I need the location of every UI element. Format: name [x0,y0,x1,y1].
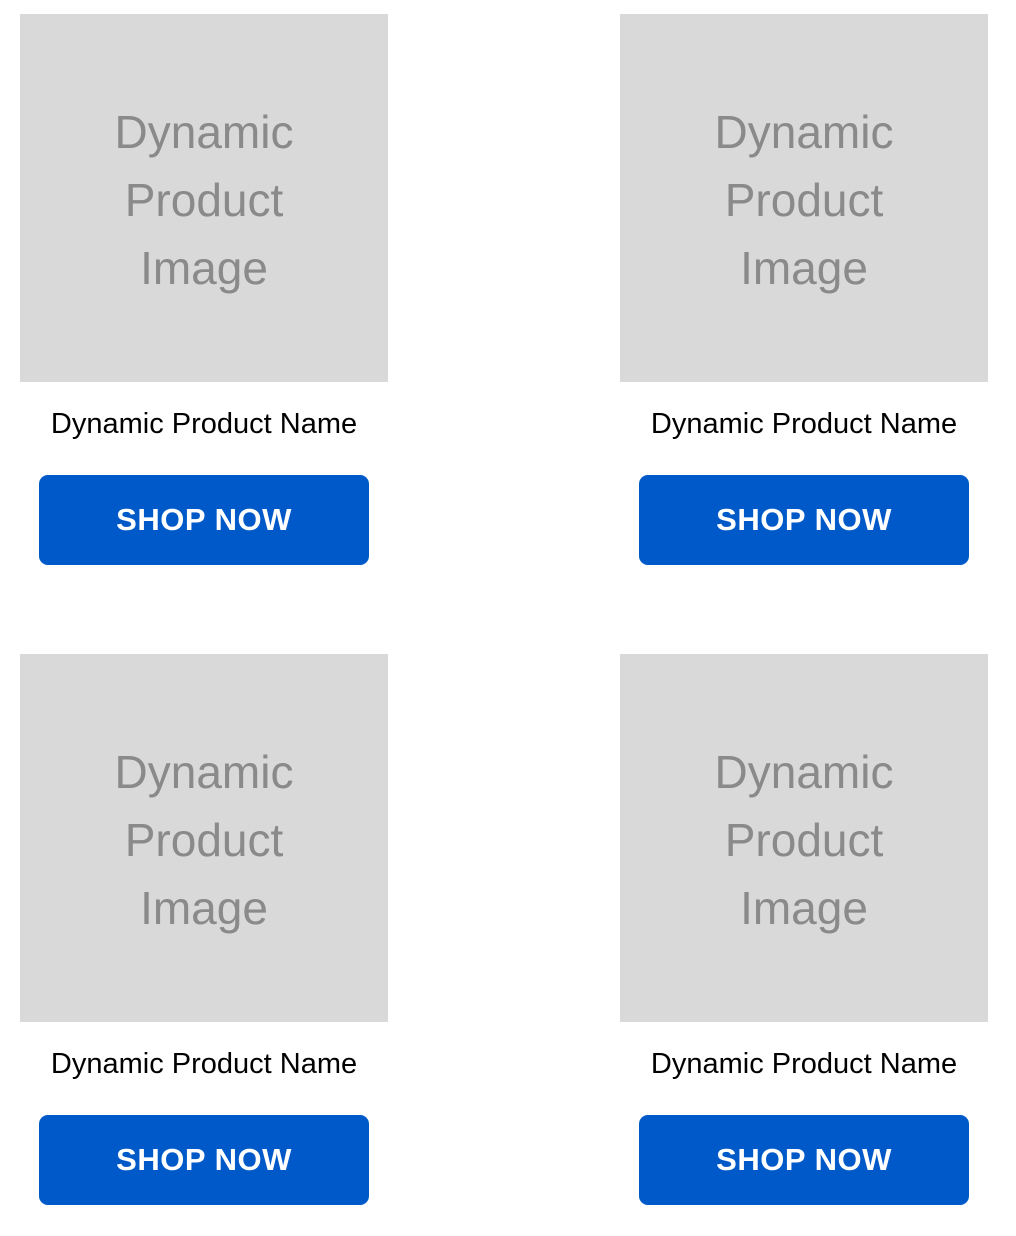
product-name[interactable]: Dynamic Product Name [620,1046,988,1082]
product-image-placeholder[interactable]: Dynamic Product Image [20,14,388,382]
product-name[interactable]: Dynamic Product Name [20,1046,388,1082]
product-card: Dynamic Product Image Dynamic Product Na… [20,14,388,565]
product-image-placeholder-text: Dynamic Product Image [114,746,294,934]
product-card: Dynamic Product Image Dynamic Product Na… [620,14,988,565]
product-image-placeholder-text: Dynamic Product Image [714,746,894,934]
product-card: Dynamic Product Image Dynamic Product Na… [620,654,988,1205]
product-name[interactable]: Dynamic Product Name [620,406,988,442]
product-image-placeholder[interactable]: Dynamic Product Image [20,654,388,1022]
product-grid: Dynamic Product Image Dynamic Product Na… [0,0,1016,1236]
product-image-placeholder-text: Dynamic Product Image [114,106,294,294]
product-image-placeholder-text: Dynamic Product Image [714,106,894,294]
shop-now-button[interactable]: SHOP NOW [39,475,369,565]
shop-now-button[interactable]: SHOP NOW [639,1115,969,1205]
product-card: Dynamic Product Image Dynamic Product Na… [20,654,388,1205]
product-name[interactable]: Dynamic Product Name [20,406,388,442]
product-image-placeholder[interactable]: Dynamic Product Image [620,654,988,1022]
product-image-placeholder[interactable]: Dynamic Product Image [620,14,988,382]
shop-now-button[interactable]: SHOP NOW [639,475,969,565]
shop-now-button[interactable]: SHOP NOW [39,1115,369,1205]
